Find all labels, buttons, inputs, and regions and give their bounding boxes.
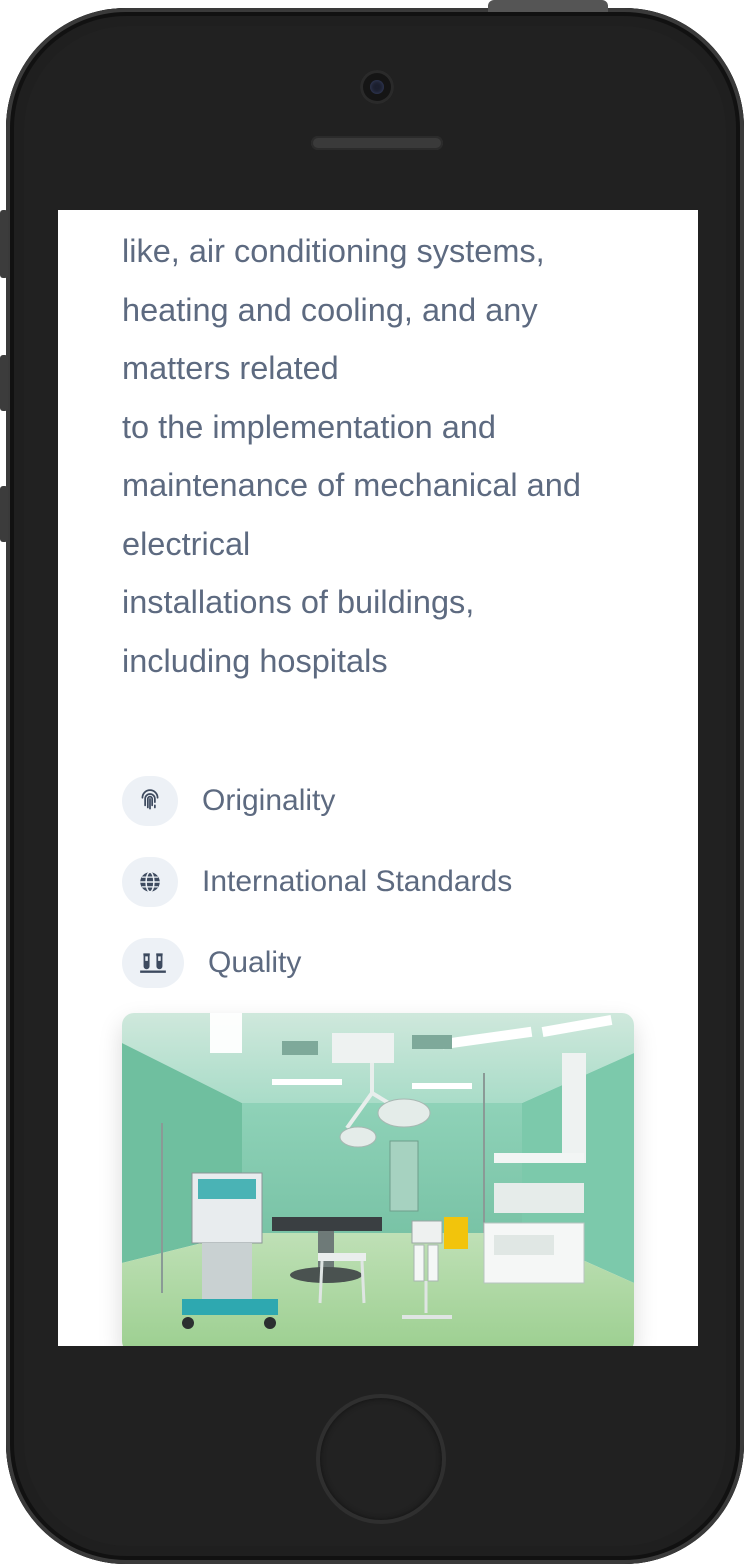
operating-room-photo xyxy=(122,1013,634,1346)
home-button[interactable] xyxy=(316,1394,446,1524)
earpiece-speaker xyxy=(311,136,443,150)
front-camera xyxy=(360,70,394,104)
feature-label: International Standards xyxy=(202,864,513,898)
paragraph-line: to the implementation and xyxy=(122,408,496,445)
paragraph-line: electrical xyxy=(122,525,251,562)
paragraph-line: maintenance of mechanical and xyxy=(122,467,581,503)
about-paragraph: like, air conditioning systems, heating … xyxy=(122,222,642,690)
paragraph-line: matters related xyxy=(122,350,339,386)
volume-up-button xyxy=(0,355,8,411)
test-tubes-icon xyxy=(122,937,184,988)
feature-international-standards: International Standards xyxy=(122,841,642,922)
power-button xyxy=(488,0,608,12)
globe-icon xyxy=(122,856,178,907)
paragraph-line: heating and cooling, and any xyxy=(122,291,538,328)
feature-quality: Quality xyxy=(122,922,642,1003)
phone-screen: like, air conditioning systems, heating … xyxy=(58,210,698,1346)
volume-down-button xyxy=(0,486,8,542)
feature-label: Quality xyxy=(208,945,302,979)
feature-label: Originality xyxy=(202,783,336,817)
fingerprint-icon xyxy=(122,775,178,826)
feature-list: Originality International Standards Qual… xyxy=(122,760,642,1003)
about-section: like, air conditioning systems, heating … xyxy=(122,222,642,1346)
paragraph-line: installations of buildings, xyxy=(122,584,475,620)
paragraph-line: including hospitals xyxy=(122,642,388,679)
paragraph-line: like, air conditioning systems, xyxy=(122,233,545,269)
feature-originality: Originality xyxy=(122,760,642,841)
mute-switch xyxy=(0,210,8,278)
